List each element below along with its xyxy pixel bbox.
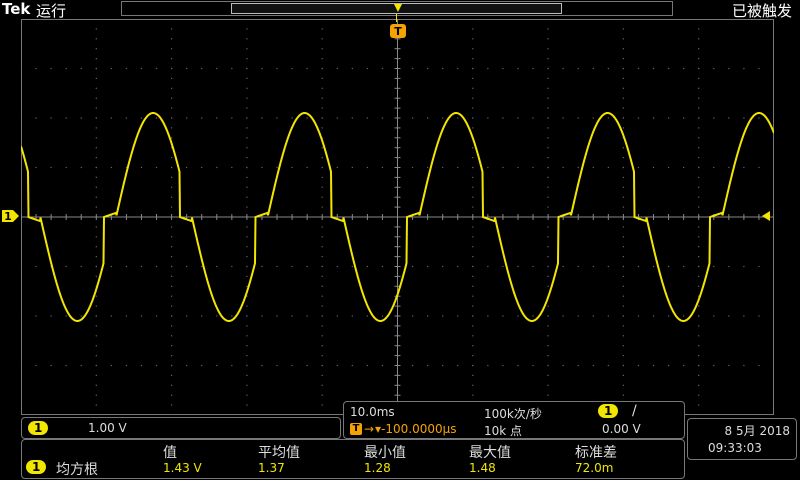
channel-1-badge: 1 xyxy=(28,421,49,435)
time: 09:33:03 xyxy=(708,441,762,455)
sample-rate: 100k次/秒 xyxy=(484,407,542,421)
svg-text:T: T xyxy=(394,25,402,38)
measurement-mean: 1.37 xyxy=(258,461,285,475)
trigger-level: 0.00 V xyxy=(602,422,641,436)
measurement-header: 最大值 xyxy=(469,445,511,461)
run-state: 运行 xyxy=(36,2,67,20)
datetime-panel[interactable]: 8 5月 2018 09:33:03 xyxy=(687,418,797,460)
volts-per-div: 1.00 V xyxy=(88,421,127,435)
measurement-header: 值 xyxy=(163,445,177,461)
svg-text:1: 1 xyxy=(4,210,12,223)
tek-logo: Tek xyxy=(2,0,31,18)
trigger-arrow-icon: → xyxy=(364,422,375,436)
date: 8 5月 2018 xyxy=(724,424,790,438)
measurement-max: 1.48 xyxy=(469,461,496,475)
measurement-source-badge: 1 xyxy=(26,460,47,474)
measurements-panel[interactable]: 值 平均值 最小值 最大值 标准差 1 均方根 1.43 V 1.37 1.28… xyxy=(21,439,685,479)
channel-1-settings[interactable]: 1 1.00 V xyxy=(21,417,341,439)
waveform-graticule[interactable] xyxy=(21,19,774,415)
sec-per-div: 10.0ms xyxy=(350,405,395,419)
channel-1-ground-marker[interactable]: 1 xyxy=(0,207,20,225)
measurement-header: 平均值 xyxy=(258,445,300,461)
trigger-marker-icon: T xyxy=(350,423,362,435)
measurement-name: 均方根 xyxy=(56,462,98,478)
measurement-value: 1.43 V xyxy=(163,461,202,475)
trigger-level-marker[interactable] xyxy=(760,211,770,221)
trigger-source-badge: 1 xyxy=(598,404,619,418)
measurement-header: 标准差 xyxy=(575,445,617,461)
measurement-min: 1.28 xyxy=(364,461,391,475)
record-length: 10k 点 xyxy=(484,424,523,438)
trigger-position: ▾-100.0000µs xyxy=(375,422,457,436)
trigger-state: 已被触发 xyxy=(731,2,792,20)
measurement-header: 最小值 xyxy=(364,445,406,461)
trigger-slope-icon: / xyxy=(632,403,637,419)
measurement-stdev: 72.0m xyxy=(575,461,614,475)
trigger-position-marker[interactable]: T xyxy=(389,2,407,38)
timebase-panel[interactable]: 10.0ms 100k次/秒 1 / T → ▾-100.0000µs 10k … xyxy=(343,401,685,439)
